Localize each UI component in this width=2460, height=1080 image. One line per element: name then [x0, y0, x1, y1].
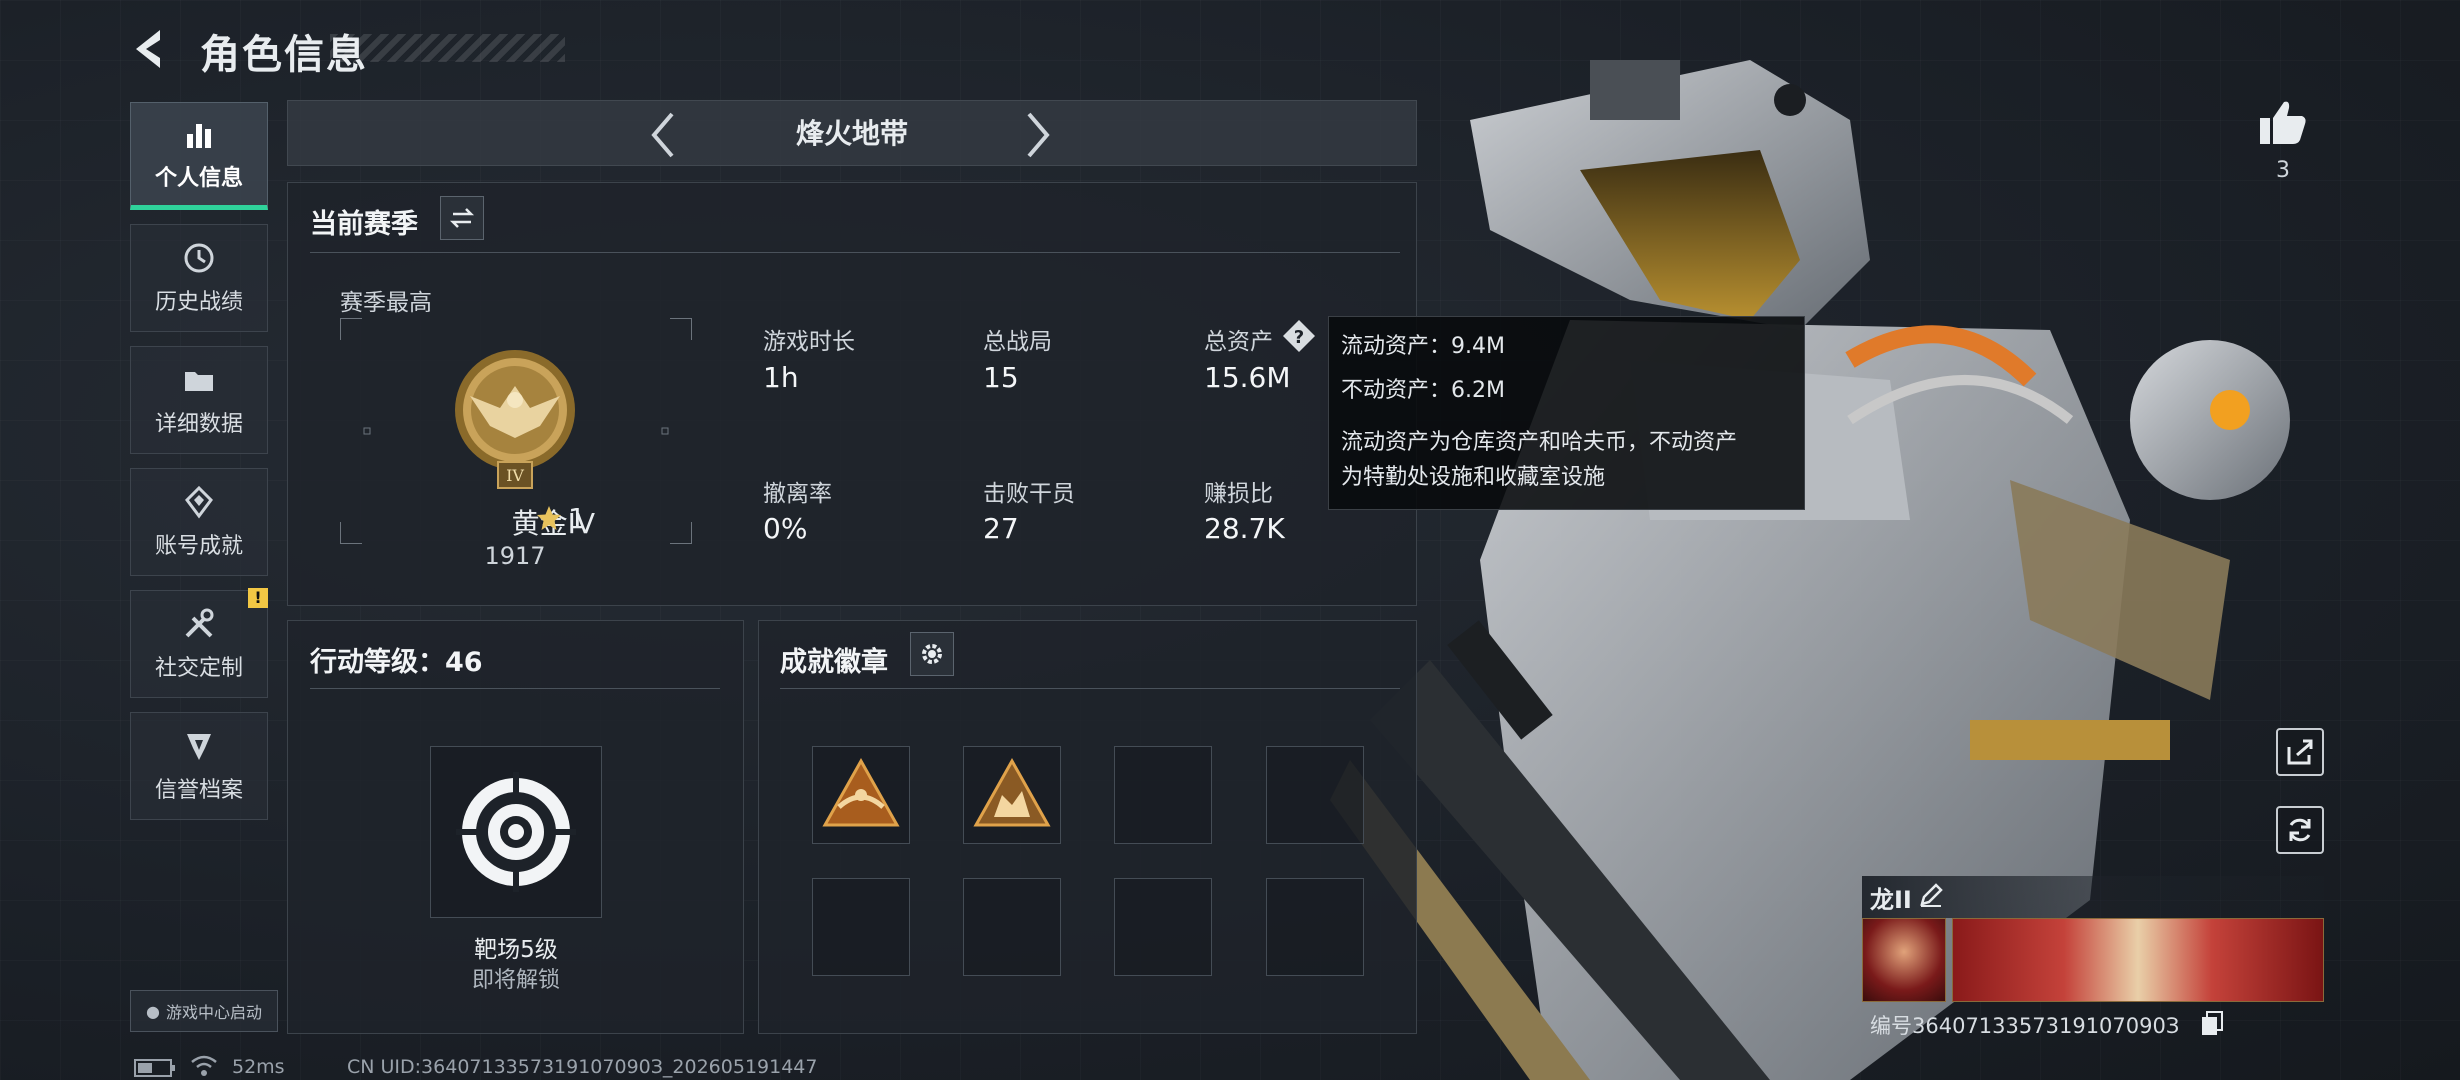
sidebar-item-label: 社交定制 — [154, 656, 243, 681]
sidebar-item-label: 历史战绩 — [154, 290, 243, 315]
player-banner[interactable] — [1862, 918, 2324, 1004]
achievement-settings-button[interactable] — [910, 632, 954, 676]
stat-label-profit-ratio: 赚损比 — [1204, 481, 1273, 507]
stat-label-total-assets: 总资产 — [1204, 329, 1273, 355]
refresh-button[interactable] — [2276, 806, 2324, 854]
gold-rank-emblem-icon: IV — [455, 350, 575, 489]
season-best-label: 赛季最高 — [340, 290, 432, 316]
share-button[interactable] — [2276, 728, 2324, 776]
stat-label-extraction-rate: 撤离率 — [763, 481, 832, 507]
achievement-badge-slot-empty[interactable] — [1114, 878, 1212, 976]
sidebar-item-history[interactable]: 历史战绩 — [130, 224, 268, 332]
help-icon[interactable]: ? — [1281, 318, 1317, 354]
stat-label-play-time: 游戏时长 — [763, 329, 855, 355]
unlock-status: 即将解锁 — [471, 968, 560, 993]
player-id: 编号3640713357319107090З — [1870, 1014, 2180, 1038]
player-uid: CN UID:3640713357319107090З_202605191447 — [347, 1056, 818, 1078]
sidebar-item-label: 详细数据 — [154, 412, 243, 437]
achievement-badge-slot[interactable] — [963, 746, 1061, 844]
sidebar-item-label: 账号成就 — [154, 534, 243, 559]
rank-score: 1917 — [484, 542, 546, 570]
stat-value-total-matches: 15 — [983, 361, 1019, 394]
achievement-badge-slot[interactable] — [812, 746, 910, 844]
season-switch-button[interactable] — [440, 196, 484, 240]
stat-label-operators-defeated: 击败干员 — [983, 481, 1075, 507]
svg-text:?: ? — [1294, 327, 1304, 348]
warning-badge: ! — [248, 588, 268, 608]
achievement-badge-slot-empty[interactable] — [963, 878, 1061, 976]
target-icon — [456, 772, 576, 892]
unlock-name: 靶场5级 — [474, 937, 558, 963]
player-avatar — [1862, 918, 1946, 1002]
tooltip-fixed-assets: 不动资产：6.2M — [1341, 378, 1505, 403]
mountain-badge-icon — [822, 757, 900, 827]
achievement-badge-slot-empty[interactable] — [812, 878, 910, 976]
game-center-label: 游戏中心启动 — [165, 1003, 262, 1022]
rank-stars: 1 — [568, 502, 586, 535]
shield-icon — [187, 734, 211, 760]
chevron-left-icon[interactable] — [648, 110, 678, 160]
achievement-badge-slot-empty[interactable] — [1114, 746, 1212, 844]
achievement-badge-slot-empty[interactable] — [1266, 746, 1364, 844]
sidebar-item-detailed-data[interactable]: 详细数据 — [130, 346, 268, 454]
divider — [310, 252, 1400, 253]
swap-icon — [449, 208, 475, 228]
tooltip-description-line1: 流动资产为仓库资产和哈夫币，不动资产 — [1341, 430, 1738, 455]
divider — [780, 688, 1400, 689]
sidebar-item-personal-info[interactable]: 个人信息 — [130, 102, 268, 210]
tooltip-description-line2: 为特勤处设施和收藏室设施 — [1341, 465, 1606, 490]
stat-value-play-time: 1h — [763, 361, 799, 394]
title-decoration — [330, 34, 565, 62]
qq-icon: ● — [146, 1001, 160, 1021]
back-arrow-icon[interactable] — [130, 26, 176, 72]
bar-chart-icon — [187, 124, 211, 148]
like-count: 3 — [2276, 158, 2290, 183]
gear-icon — [922, 644, 942, 664]
star-icon — [537, 506, 561, 530]
rank-emblem-numeral: IV — [506, 466, 524, 485]
share-icon — [2287, 739, 2313, 765]
unlock-reward-slot[interactable] — [430, 746, 602, 918]
sidebar-item-reputation[interactable]: 信誉档案 — [130, 712, 268, 820]
battery-icon — [134, 1059, 175, 1077]
edit-icon[interactable] — [1918, 882, 1944, 908]
stat-value-total-assets: 15.6M — [1204, 361, 1291, 394]
sidebar-item-label: 信誉档案 — [154, 778, 243, 803]
action-level-title: 行动等级：46 — [310, 647, 483, 678]
stat-value-extraction-rate: 0% — [763, 512, 808, 545]
achievements-title: 成就徽章 — [780, 647, 888, 678]
stat-label-total-matches: 总战局 — [983, 329, 1052, 355]
wifi-icon — [191, 1055, 217, 1076]
divider — [310, 688, 720, 689]
player-name: 龙II — [1870, 886, 1912, 914]
refresh-icon — [2289, 818, 2311, 842]
chevron-right-icon[interactable] — [1023, 110, 1053, 160]
achievement-badge-slot-empty[interactable] — [1266, 878, 1364, 976]
sidebar-item-label: 个人信息 — [154, 166, 243, 191]
tooltip-liquid-assets: 流动资产：9.4M — [1341, 334, 1505, 359]
game-center-launch-button[interactable]: ● 游戏中心启动 — [130, 990, 278, 1032]
tools-icon — [185, 608, 214, 638]
stat-value-profit-ratio: 28.7K — [1204, 512, 1285, 545]
mode-label: 烽火地带 — [795, 117, 908, 150]
player-nameplate-image — [1952, 918, 2324, 1002]
season-title: 当前赛季 — [310, 209, 418, 240]
stat-value-operators-defeated: 27 — [983, 512, 1019, 545]
folder-icon — [185, 372, 213, 391]
network-ping: 52ms — [232, 1056, 285, 1078]
achievement-icon — [185, 485, 213, 519]
copy-icon[interactable] — [2200, 1010, 2224, 1036]
history-icon — [184, 243, 214, 273]
squad-badge-icon — [973, 757, 1051, 827]
thumbs-up-icon[interactable] — [2258, 98, 2308, 146]
sidebar-item-achievements[interactable]: 账号成就 — [130, 468, 268, 576]
